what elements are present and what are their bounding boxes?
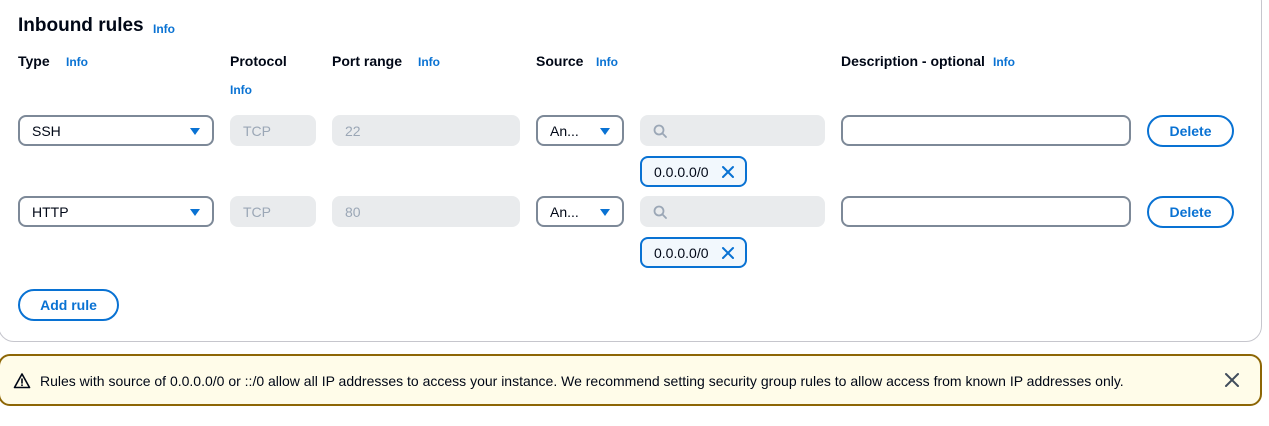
- column-source-label: Source: [536, 53, 584, 69]
- description-input[interactable]: [841, 115, 1131, 146]
- delete-rule-button[interactable]: Delete: [1147, 115, 1234, 147]
- close-icon[interactable]: [720, 245, 736, 261]
- rule-type-select[interactable]: SSH: [18, 115, 214, 146]
- search-icon: [653, 124, 667, 138]
- type-info-link[interactable]: Info: [66, 55, 88, 69]
- caret-down-icon: [600, 128, 610, 135]
- cidr-token-value: 0.0.0.0/0: [654, 163, 709, 180]
- protocol-value: TCP: [243, 122, 271, 139]
- description-input[interactable]: [841, 196, 1131, 227]
- inbound-rules-panel: [0, 0, 1262, 342]
- alert-message: Rules with source of 0.0.0.0/0 or ::/0 a…: [40, 373, 1124, 389]
- protocol-value: TCP: [243, 203, 271, 220]
- warning-alert: Rules with source of 0.0.0.0/0 or ::/0 a…: [0, 354, 1262, 406]
- protocol-field: TCP: [230, 115, 316, 146]
- cidr-token: 0.0.0.0/0: [640, 237, 747, 268]
- cidr-search-input[interactable]: [640, 115, 825, 146]
- delete-rule-button[interactable]: Delete: [1147, 196, 1234, 228]
- cidr-token: 0.0.0.0/0: [640, 156, 747, 187]
- protocol-info-link[interactable]: Info: [230, 83, 252, 97]
- column-protocol-label: Protocol: [230, 53, 287, 69]
- rule-type-select[interactable]: HTTP: [18, 196, 214, 227]
- port-range-value: 80: [345, 203, 361, 220]
- port-range-field: 80: [332, 196, 520, 227]
- warning-icon: [13, 373, 31, 389]
- port-range-info-link[interactable]: Info: [418, 55, 440, 69]
- caret-down-icon: [600, 209, 610, 216]
- search-icon: [653, 205, 667, 219]
- title-info-link[interactable]: Info: [153, 22, 175, 36]
- source-type-select[interactable]: An...: [536, 196, 624, 227]
- section-title: Inbound rules: [18, 15, 144, 36]
- port-range-value: 22: [345, 122, 361, 139]
- source-type-value: An...: [550, 203, 579, 220]
- column-type-label: Type: [18, 53, 50, 69]
- column-port-range-label: Port range: [332, 53, 403, 69]
- caret-down-icon: [190, 209, 200, 216]
- close-icon[interactable]: [720, 164, 736, 180]
- port-range-field: 22: [332, 115, 520, 146]
- close-icon[interactable]: [1224, 372, 1240, 388]
- protocol-field: TCP: [230, 196, 316, 227]
- rule-type-value: HTTP: [32, 203, 69, 220]
- column-description-label: Description - optional: [841, 53, 985, 69]
- source-info-link[interactable]: Info: [596, 55, 618, 69]
- caret-down-icon: [190, 128, 200, 135]
- cidr-search-input[interactable]: [640, 196, 825, 227]
- source-type-select[interactable]: An...: [536, 115, 624, 146]
- add-rule-button[interactable]: Add rule: [18, 289, 119, 321]
- source-type-value: An...: [550, 122, 579, 139]
- description-info-link[interactable]: Info: [993, 55, 1015, 69]
- rule-type-value: SSH: [32, 122, 61, 139]
- cidr-token-value: 0.0.0.0/0: [654, 244, 709, 261]
